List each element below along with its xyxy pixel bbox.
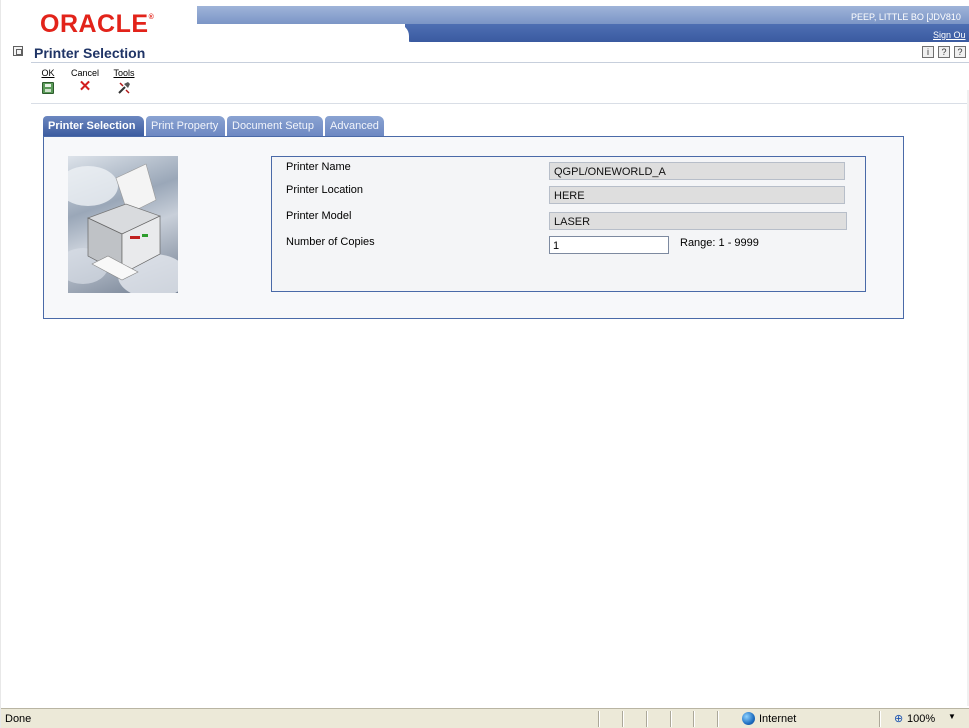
save-icon bbox=[42, 82, 54, 94]
printer-model-field: LASER bbox=[549, 212, 847, 230]
status-divider bbox=[717, 711, 719, 727]
tools-button[interactable]: Tools bbox=[109, 68, 139, 97]
copies-label: Number of Copies bbox=[286, 236, 375, 248]
status-divider bbox=[693, 711, 695, 727]
header-band-lower bbox=[405, 24, 969, 42]
tab-document-setup[interactable]: Document Setup bbox=[227, 116, 323, 136]
page-title: Printer Selection bbox=[34, 45, 146, 61]
zoom-icon[interactable]: ⊕ bbox=[894, 712, 903, 725]
tab-printer-selection[interactable]: Printer Selection bbox=[43, 116, 144, 137]
status-divider bbox=[622, 711, 624, 727]
user-label: PEEP, LITTLE BO [JDV810 bbox=[851, 12, 961, 22]
printer-location-label: Printer Location bbox=[286, 184, 364, 196]
title-divider bbox=[31, 62, 969, 63]
tab-panel: Printer Name QGPL/ONEWORLD_A Printer Loc… bbox=[43, 136, 904, 319]
zoom-dropdown-icon[interactable]: ▼ bbox=[948, 712, 956, 721]
printer-model-label: Printer Model bbox=[286, 210, 352, 222]
oracle-logo: ORACLE® bbox=[40, 10, 155, 38]
info-icon[interactable]: i bbox=[922, 46, 934, 58]
printer-image bbox=[68, 156, 178, 293]
help-icon[interactable]: ? bbox=[938, 46, 950, 58]
copies-input[interactable]: 1 bbox=[549, 236, 669, 254]
status-divider bbox=[646, 711, 648, 727]
ok-button-label: OK bbox=[41, 68, 55, 78]
collapse-icon[interactable] bbox=[13, 46, 23, 56]
browser-page: ORACLE® PEEP, LITTLE BO [JDV810 Sign Ou … bbox=[0, 0, 969, 728]
printer-location-field: HERE bbox=[549, 186, 845, 204]
copies-range-label: Range: 1 - 9999 bbox=[680, 237, 759, 249]
tab-advanced[interactable]: Advanced bbox=[325, 116, 384, 136]
ok-button[interactable]: OK bbox=[37, 68, 59, 96]
status-divider bbox=[598, 711, 600, 727]
internet-globe-icon bbox=[742, 712, 755, 725]
toolbar-divider bbox=[31, 103, 969, 104]
status-divider bbox=[879, 711, 881, 727]
printer-fieldset: Printer Name QGPL/ONEWORLD_A Printer Loc… bbox=[271, 156, 866, 292]
close-icon: ✕ bbox=[78, 78, 92, 95]
tools-button-label: Tools bbox=[113, 68, 135, 78]
context-help-icon[interactable]: ? bbox=[954, 46, 966, 58]
status-bar: Done Internet ⊕ 100% ▼ bbox=[1, 708, 969, 728]
zoom-level[interactable]: 100% bbox=[907, 713, 935, 725]
oracle-logo-text: ORACLE bbox=[40, 10, 149, 38]
zone-label: Internet bbox=[759, 713, 797, 725]
printer-illustration bbox=[68, 163, 178, 293]
tab-print-property[interactable]: Print Property bbox=[146, 116, 225, 136]
printer-name-field: QGPL/ONEWORLD_A bbox=[549, 162, 845, 180]
status-divider bbox=[670, 711, 672, 727]
sign-out-link[interactable]: Sign Ou bbox=[933, 30, 966, 40]
cancel-button[interactable]: Cancel ✕ bbox=[65, 68, 105, 94]
tools-icon bbox=[118, 82, 130, 94]
printer-name-label: Printer Name bbox=[286, 161, 351, 173]
status-text: Done bbox=[5, 713, 32, 725]
